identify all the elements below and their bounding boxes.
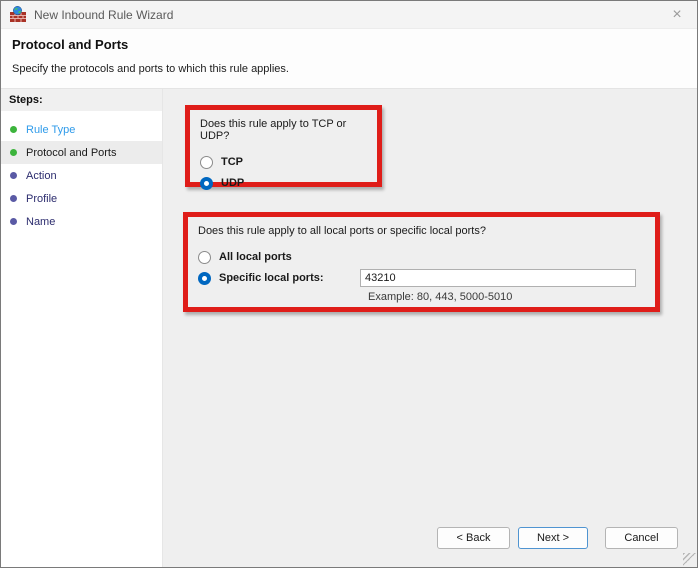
step-label: Name [26,216,55,228]
close-icon[interactable]: × [657,1,697,29]
steps-sidebar: Steps: Rule Type Protocol and Ports Acti… [1,89,163,567]
steps-list: Rule Type Protocol and Ports Action Prof… [1,118,162,233]
step-bullet-icon [10,126,17,133]
radio-unselected-icon[interactable] [198,251,211,264]
radio-unselected-icon[interactable] [200,156,213,169]
window-title: New Inbound Rule Wizard [34,8,173,22]
wizard-header: Protocol and Ports Specify the protocols… [1,29,697,89]
sidebar-item-rule-type[interactable]: Rule Type [1,118,162,141]
back-button[interactable]: < Back [437,527,510,549]
steps-heading: Steps: [1,89,162,111]
radio-tcp-label: TCP [221,156,243,168]
cancel-button[interactable]: Cancel [605,527,678,549]
step-label: Action [26,170,57,182]
step-label: Rule Type [26,124,75,136]
step-label: Protocol and Ports [26,147,117,159]
new-inbound-rule-wizard-window: New Inbound Rule Wizard × Protocol and P… [0,0,698,568]
radio-selected-icon[interactable] [200,177,213,190]
sidebar-item-action[interactable]: Action [1,164,162,187]
step-bullet-icon [10,172,17,179]
radio-option-specific-local-ports[interactable]: Specific local ports: [198,270,655,286]
radio-option-udp[interactable]: UDP [200,175,377,191]
all-local-ports-label: All local ports [219,251,292,263]
ports-example-hint: Example: 80, 443, 5000-5010 [368,291,655,303]
specific-ports-input[interactable] [360,269,636,287]
step-bullet-icon [10,218,17,225]
step-label: Profile [26,193,57,205]
radio-option-tcp[interactable]: TCP [200,154,377,170]
step-bullet-icon [10,149,17,156]
specific-local-ports-label: Specific local ports: [219,272,360,284]
wizard-main-panel: Does this rule apply to TCP or UDP? TCP … [163,89,697,567]
protocol-question: Does this rule apply to TCP or UDP? [200,118,377,142]
titlebar: New Inbound Rule Wizard × [1,1,697,29]
sidebar-item-profile[interactable]: Profile [1,187,162,210]
resize-grip[interactable] [683,553,696,566]
annotation-box-protocol: Does this rule apply to TCP or UDP? TCP … [185,105,382,187]
sidebar-item-name[interactable]: Name [1,210,162,233]
page-subtitle: Specify the protocols and ports to which… [12,63,697,75]
annotation-box-ports: Does this rule apply to all local ports … [183,212,660,312]
firewall-icon [9,6,27,23]
ports-question: Does this rule apply to all local ports … [198,225,655,237]
sidebar-item-protocol-and-ports[interactable]: Protocol and Ports [1,141,162,164]
radio-udp-label: UDP [221,177,244,189]
radio-option-all-local-ports[interactable]: All local ports [198,249,655,265]
page-title: Protocol and Ports [12,37,697,52]
radio-selected-icon[interactable] [198,272,211,285]
next-button[interactable]: Next > [518,527,588,549]
step-bullet-icon [10,195,17,202]
